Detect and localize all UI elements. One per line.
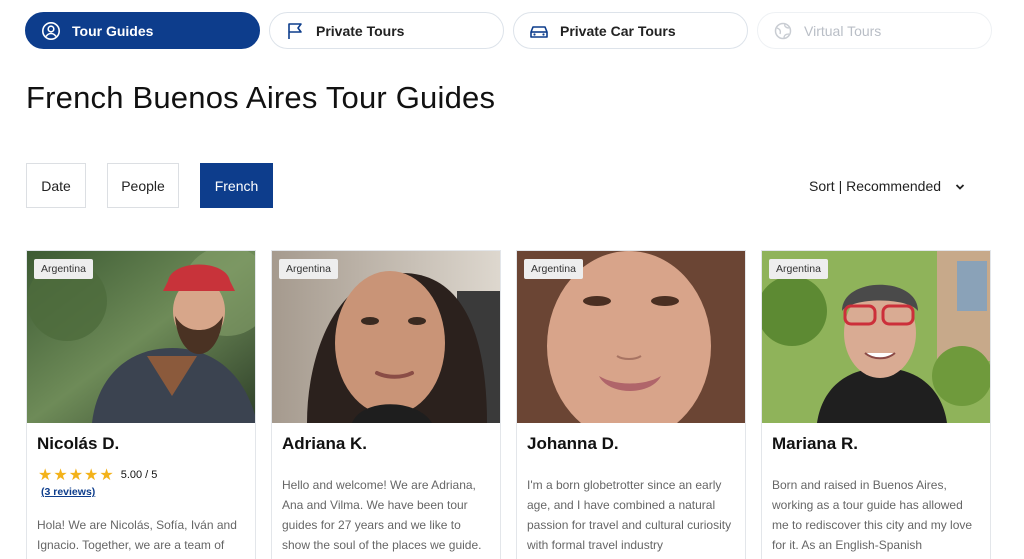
flag-icon [284, 20, 306, 42]
guide-photo: Argentina [272, 251, 500, 423]
rating: ★★★★★ 5.00 / 5 [38, 465, 157, 485]
language-filter-button[interactable]: French [200, 163, 273, 208]
guide-card[interactable]: Argentina Adriana K. Hello and welcome! … [271, 250, 501, 559]
star-rating-icon: ★★★★★ [38, 467, 115, 484]
people-filter-button[interactable]: People [107, 163, 179, 208]
user-circle-icon [40, 20, 62, 42]
country-badge: Argentina [769, 259, 828, 279]
tab-label: Tour Guides [72, 22, 154, 39]
filter-bar: Date People French [26, 163, 273, 208]
rating-value: 5.00 / 5 [120, 469, 158, 481]
guide-description: Hello and welcome! We are Adriana, Ana a… [282, 478, 482, 552]
date-filter-button[interactable]: Date [26, 163, 86, 208]
globe-icon [772, 20, 794, 42]
country-badge: Argentina [279, 259, 338, 279]
page-title: French Buenos Aires Tour Guides [26, 80, 496, 115]
category-tabs: Tour Guides Private Tours Private Car To… [25, 12, 992, 49]
guide-name: Johanna D. [527, 434, 619, 453]
guide-card[interactable]: Argentina Nicolás D. ★★★★★ 5.00 / 5 (3 r… [26, 250, 256, 559]
guide-name: Adriana K. [282, 434, 368, 453]
tab-label: Private Car Tours [560, 22, 676, 39]
tab-label: Private Tours [316, 22, 405, 39]
tab-label: Virtual Tours [804, 22, 882, 39]
guide-description: Born and raised in Buenos Aires, working… [772, 478, 973, 552]
tab-private-tours[interactable]: Private Tours [269, 12, 504, 49]
guide-photo: Argentina [517, 251, 745, 423]
chevron-down-icon [955, 178, 965, 194]
tab-virtual-tours[interactable]: Virtual Tours [757, 12, 992, 49]
guide-card[interactable]: Argentina Mariana R. Born and raised in … [761, 250, 991, 559]
guide-description: Hola! We are Nicolás, Sofía, Iván and Ig… [37, 518, 237, 552]
reviews-link[interactable]: (3 reviews) [41, 486, 95, 498]
country-badge: Argentina [524, 259, 583, 279]
guide-card[interactable]: Argentina Johanna D. I'm a born globetro… [516, 250, 746, 559]
guide-card-list: Argentina Nicolás D. ★★★★★ 5.00 / 5 (3 r… [26, 250, 991, 559]
guide-name: Mariana R. [772, 434, 858, 453]
guide-photo: Argentina [27, 251, 255, 423]
guide-name: Nicolás D. [37, 434, 120, 453]
sort-dropdown[interactable]: Sort | Recommended [809, 178, 965, 194]
country-badge: Argentina [34, 259, 93, 279]
guide-description: I'm a born globetrotter since an early a… [527, 478, 732, 552]
sort-label: Sort | Recommended [809, 178, 942, 194]
tab-private-car-tours[interactable]: Private Car Tours [513, 12, 748, 49]
car-icon [528, 20, 550, 42]
guide-photo: Argentina [762, 251, 990, 423]
tab-tour-guides[interactable]: Tour Guides [25, 12, 260, 49]
